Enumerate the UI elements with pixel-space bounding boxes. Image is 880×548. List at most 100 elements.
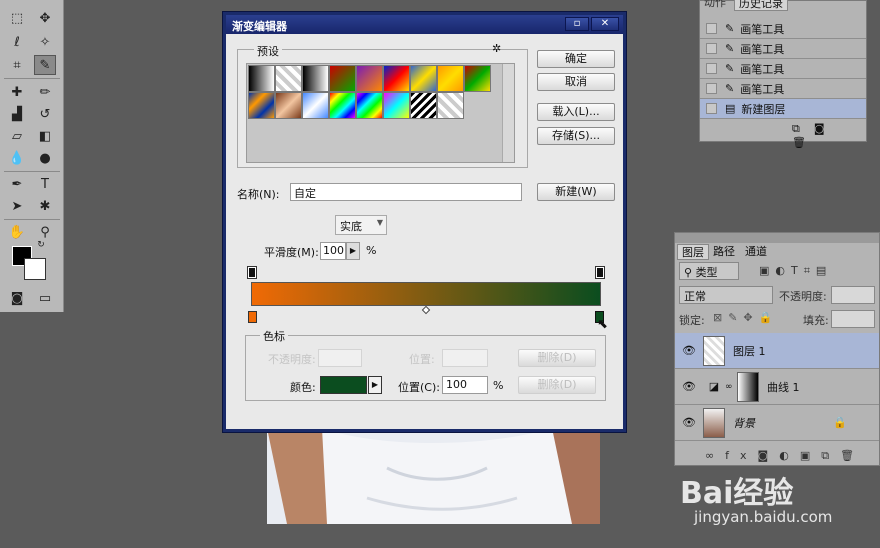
- shape-tool-icon[interactable]: ✱: [34, 196, 56, 216]
- chevron-down-icon: ▼: [376, 218, 383, 227]
- history-item[interactable]: ✎ 画笔工具: [700, 19, 866, 39]
- layer-filter-icons[interactable]: ▣◐T⌗▤: [759, 264, 832, 278]
- preset-swatch[interactable]: [329, 92, 356, 119]
- preset-swatch[interactable]: [302, 65, 329, 92]
- stop-location-field[interactable]: [442, 349, 488, 367]
- preset-swatch[interactable]: [329, 65, 356, 92]
- preset-swatch[interactable]: [248, 65, 275, 92]
- history-item-selected[interactable]: ▤ 新建图层: [700, 99, 866, 119]
- presets-label: 预设: [254, 43, 282, 59]
- eye-icon[interactable]: 👁: [675, 416, 703, 429]
- magic-wand-icon[interactable]: ✧: [34, 32, 56, 52]
- position-field[interactable]: 100: [442, 376, 488, 394]
- name-field[interactable]: 自定: [290, 183, 522, 201]
- lasso-tool-icon[interactable]: ℓ: [6, 32, 28, 52]
- blur-tool-icon[interactable]: 💧: [6, 148, 28, 168]
- tab-history[interactable]: 历史记录: [734, 0, 788, 11]
- blend-mode-select[interactable]: 正常: [679, 286, 773, 304]
- load-button[interactable]: 载入(L)...: [537, 103, 615, 121]
- preset-swatch[interactable]: [356, 92, 383, 119]
- delete-opacity-stop-button[interactable]: 删除(D): [518, 349, 596, 367]
- screen-mode-icon[interactable]: ▭: [34, 288, 56, 308]
- mask-thumbnail: [737, 371, 759, 402]
- layers-footer-icons[interactable]: ∞fx◙◐▣⧉🗑: [705, 449, 865, 463]
- brush-icon: ✎: [725, 62, 735, 75]
- save-button[interactable]: 存储(S)...: [537, 127, 615, 145]
- history-item[interactable]: ✎ 画笔工具: [700, 59, 866, 79]
- background-color-swatch[interactable]: [24, 258, 46, 280]
- stop-color-label: 颜色:: [290, 381, 316, 394]
- layer-row[interactable]: 👁 ◪ ∞ 曲线 1: [675, 369, 879, 405]
- crop-tool-icon[interactable]: ⌗: [6, 55, 28, 75]
- presets-scrollbar[interactable]: [502, 64, 514, 162]
- delete-color-stop-button[interactable]: 删除(D): [518, 376, 596, 394]
- fill-field[interactable]: [831, 310, 875, 328]
- history-item[interactable]: ✎ 画笔工具: [700, 79, 866, 99]
- stamp-tool-icon[interactable]: ▟: [6, 104, 28, 124]
- pen-tool-icon[interactable]: ✒: [6, 174, 28, 194]
- gradient-type-select[interactable]: 实底 ▼: [335, 215, 387, 235]
- smoothness-arrow-icon[interactable]: ▶: [346, 242, 360, 260]
- canvas-image: [267, 428, 600, 524]
- layers-panel: 图层 路径 通道 ⚲ 类型 ▣◐T⌗▤ 正常 不透明度: 锁定: ⊠✎✥🔒 填充…: [674, 232, 880, 466]
- preset-swatch[interactable]: [410, 65, 437, 92]
- cancel-button[interactable]: 取消: [537, 73, 615, 91]
- quick-mask-icon[interactable]: ◙: [6, 288, 28, 308]
- marquee-tool-icon[interactable]: ⬚: [6, 8, 28, 28]
- midpoint-diamond-icon[interactable]: [421, 305, 431, 315]
- type-tool-icon[interactable]: T: [34, 174, 56, 194]
- preset-swatch[interactable]: [383, 65, 410, 92]
- stop-opacity-field[interactable]: [318, 349, 362, 367]
- position-label: 位置(C):: [398, 381, 440, 394]
- tab-actions[interactable]: 动作: [700, 0, 730, 11]
- swap-colors-icon[interactable]: ↻: [34, 238, 48, 252]
- layer-row[interactable]: 👁 背景 🔒: [675, 405, 879, 441]
- path-select-icon[interactable]: ➤: [6, 196, 28, 216]
- tab-channels[interactable]: 通道: [741, 244, 771, 260]
- brush-tool-icon[interactable]: ✏: [34, 82, 56, 102]
- stop-color-swatch[interactable]: [320, 376, 367, 394]
- eye-icon[interactable]: 👁: [675, 344, 703, 357]
- preset-swatch[interactable]: [410, 92, 437, 119]
- ok-button[interactable]: 确定: [537, 50, 615, 68]
- eye-icon[interactable]: 👁: [675, 380, 703, 393]
- panel-header-bar: [675, 233, 879, 243]
- close-button[interactable]: ✕: [591, 17, 619, 31]
- preset-swatch[interactable]: [275, 92, 302, 119]
- eyedropper-tool-icon[interactable]: ✎: [34, 55, 56, 75]
- preset-swatch[interactable]: [383, 92, 410, 119]
- color-stop-left[interactable]: [248, 311, 257, 323]
- healing-brush-icon[interactable]: ✚: [6, 82, 28, 102]
- preset-swatch[interactable]: [302, 92, 329, 119]
- link-icon: ∞: [725, 381, 733, 392]
- eraser-tool-icon[interactable]: ▱: [6, 126, 28, 146]
- history-brush-icon[interactable]: ↺: [34, 104, 56, 124]
- color-menu-arrow-icon[interactable]: ▶: [368, 376, 382, 394]
- new-button[interactable]: 新建(W): [537, 183, 615, 201]
- presets-gear-icon[interactable]: ✲: [492, 42, 501, 55]
- lock-icons[interactable]: ⊠✎✥🔒: [713, 311, 778, 324]
- history-item[interactable]: ✎ 画笔工具: [700, 39, 866, 59]
- layer-row-selected[interactable]: 👁 图层 1: [675, 333, 879, 369]
- history-footer-icons[interactable]: ⧉◙🗑: [792, 122, 866, 149]
- tab-layers[interactable]: 图层: [677, 244, 709, 260]
- preset-swatch[interactable]: [248, 92, 275, 119]
- tab-paths[interactable]: 路径: [709, 244, 739, 260]
- move-tool-icon[interactable]: ✥: [34, 8, 56, 28]
- preset-swatch[interactable]: [437, 65, 464, 92]
- preset-swatch[interactable]: [437, 92, 464, 119]
- gradient-tool-icon[interactable]: ◧: [34, 126, 56, 146]
- layer-kind-filter[interactable]: ⚲ 类型: [679, 262, 739, 280]
- preset-swatch[interactable]: [275, 65, 302, 92]
- preset-swatch[interactable]: [356, 65, 383, 92]
- opacity-field[interactable]: [831, 286, 875, 304]
- layer-thumbnail: [703, 407, 725, 438]
- opacity-stop-right[interactable]: [595, 266, 605, 279]
- restore-button[interactable]: ▫: [565, 17, 589, 31]
- preset-swatch[interactable]: [464, 65, 491, 92]
- dodge-tool-icon[interactable]: ●: [34, 148, 56, 168]
- smoothness-field[interactable]: 100: [320, 242, 346, 260]
- hand-tool-icon[interactable]: ✋: [6, 222, 28, 242]
- opacity-stop-left[interactable]: [247, 266, 257, 279]
- gradient-preview-bar[interactable]: [251, 282, 601, 306]
